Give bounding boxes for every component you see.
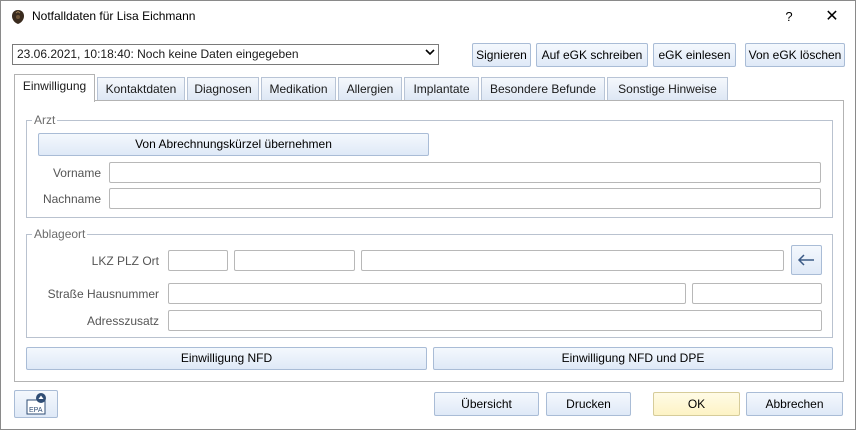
first-name-label: Vorname	[52, 166, 101, 180]
close-button[interactable]: ✕	[811, 1, 853, 32]
street-label: Straße Hausnummer	[47, 287, 159, 301]
consent-panel: Arzt Von Abrechnungskürzel übernehmen Vo…	[14, 100, 844, 382]
cancel-button[interactable]: Abbrechen	[746, 392, 843, 416]
postal-code-field[interactable]	[234, 250, 355, 271]
tab-kontaktdaten[interactable]: Kontaktdaten	[97, 77, 185, 101]
tab-sonstige-hinweise[interactable]: Sonstige Hinweise	[607, 77, 728, 101]
delete-egk-button[interactable]: Von eGK löschen	[745, 43, 845, 67]
version-select-value: 23.06.2021, 10:18:40: Noch keine Daten e…	[17, 47, 299, 61]
last-name-label: Nachname	[42, 192, 101, 206]
arzt-group: Arzt Von Abrechnungskürzel übernehmen Vo…	[26, 113, 833, 218]
tab-diagnosen[interactable]: Diagnosen	[187, 77, 259, 101]
ablageort-group-title: Ablageort	[32, 227, 88, 241]
take-over-from-billing-code-button[interactable]: Von Abrechnungskürzel übernehmen	[38, 133, 429, 156]
tab-einwilligung[interactable]: Einwilligung	[14, 74, 95, 102]
address-extra-field[interactable]	[168, 310, 822, 331]
consent-nfd-button[interactable]: Einwilligung NFD	[26, 347, 427, 370]
tab-besondere-befunde[interactable]: Besondere Befunde	[481, 77, 605, 101]
print-button[interactable]: Drucken	[546, 392, 631, 416]
consent-nfd-dpe-button[interactable]: Einwilligung NFD und DPE	[433, 347, 833, 370]
house-number-field[interactable]	[692, 283, 822, 304]
first-name-field[interactable]	[109, 162, 821, 183]
city-field[interactable]	[361, 250, 784, 271]
app-logo-icon	[12, 10, 24, 24]
street-field[interactable]	[168, 283, 686, 304]
epa-button[interactable]: EPA	[14, 390, 58, 418]
tab-allergien[interactable]: Allergien	[338, 77, 402, 101]
last-name-field[interactable]	[109, 188, 821, 209]
epa-icon-label: EPA	[29, 407, 43, 414]
title-bar: Notfalldaten für Lisa Eichmann ? ✕	[1, 1, 855, 32]
overview-button[interactable]: Übersicht	[434, 392, 539, 416]
window-title: Notfalldaten für Lisa Eichmann	[32, 9, 196, 23]
arzt-group-title: Arzt	[32, 113, 58, 127]
read-egk-button[interactable]: eGK einlesen	[653, 43, 736, 67]
dialog-window: Notfalldaten für Lisa Eichmann ? ✕ 23.06…	[0, 0, 856, 430]
address-extra-label: Adresszusatz	[86, 314, 159, 328]
address-take-over-button[interactable]	[791, 245, 822, 275]
version-select[interactable]: 23.06.2021, 10:18:40: Noch keine Daten e…	[12, 44, 439, 65]
help-button[interactable]: ?	[768, 1, 810, 32]
epa-icon: EPA	[26, 393, 46, 415]
ok-button[interactable]: OK	[653, 392, 740, 416]
sign-button[interactable]: Signieren	[472, 43, 531, 67]
country-code-field[interactable]	[168, 250, 228, 271]
chevron-down-icon	[425, 47, 435, 60]
tab-bar: Einwilligung Kontaktdaten Diagnosen Medi…	[14, 74, 844, 102]
ablageort-group: Ablageort LKZ PLZ Ort Straße Hausnummer …	[26, 227, 833, 338]
arrow-left-icon	[797, 254, 814, 266]
tab-medikation[interactable]: Medikation	[261, 77, 336, 101]
write-egk-button[interactable]: Auf eGK schreiben	[536, 43, 648, 67]
lkz-plz-ort-label: LKZ PLZ Ort	[91, 254, 159, 268]
tab-implantate[interactable]: Implantate	[404, 77, 479, 101]
